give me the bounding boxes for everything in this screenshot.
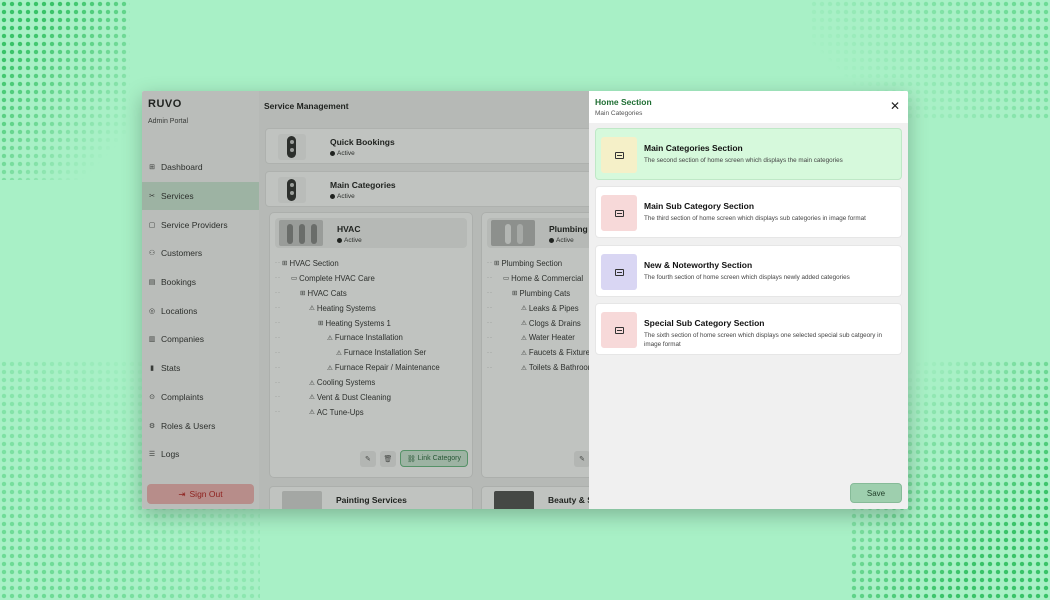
section-glyph-icon [614, 151, 624, 159]
section-description: The fourth section of home screen which … [644, 274, 850, 281]
section-description: The sixth section of home screen which d… [644, 332, 883, 348]
home-section-panel: Home Section Main Categories ✕ Main Cate… [589, 91, 908, 509]
panel-header: Home Section Main Categories ✕ [589, 91, 908, 123]
section-description: The third section of home screen which d… [644, 215, 866, 222]
section-title: New & Noteworthy Section [644, 260, 753, 270]
background-dot-pattern [0, 0, 130, 180]
save-button[interactable]: Save [850, 483, 902, 503]
section-icon [601, 195, 637, 231]
modal-backdrop[interactable] [142, 91, 589, 509]
app-window: RUVO Admin Portal ⊞ Dashboard ✂ Services ▢ Se… [142, 91, 908, 509]
section-title: Main Sub Category Section [644, 201, 755, 211]
close-icon[interactable]: ✕ [890, 100, 900, 112]
section-icon [601, 254, 637, 290]
section-icon [601, 312, 637, 348]
panel-title: Home Section [595, 97, 652, 107]
section-description: The second section of home screen which … [644, 157, 843, 164]
section-icon [601, 137, 637, 173]
home-section-option[interactable]: Main Sub Category Section The third secti… [595, 186, 902, 238]
panel-subtitle: Main Categories [595, 110, 643, 117]
section-title: Main Categories Section [644, 143, 743, 153]
home-section-option[interactable]: Special Sub Category Section The sixth se… [595, 303, 902, 355]
section-title: Special Sub Category Section [644, 318, 765, 328]
section-glyph-icon [614, 209, 624, 217]
section-glyph-icon [614, 268, 624, 276]
home-section-option[interactable]: New & Noteworthy Section The fourth secti… [595, 245, 902, 297]
home-section-option[interactable]: Main Categories Section The second sectio… [595, 128, 902, 180]
section-glyph-icon [614, 326, 624, 334]
